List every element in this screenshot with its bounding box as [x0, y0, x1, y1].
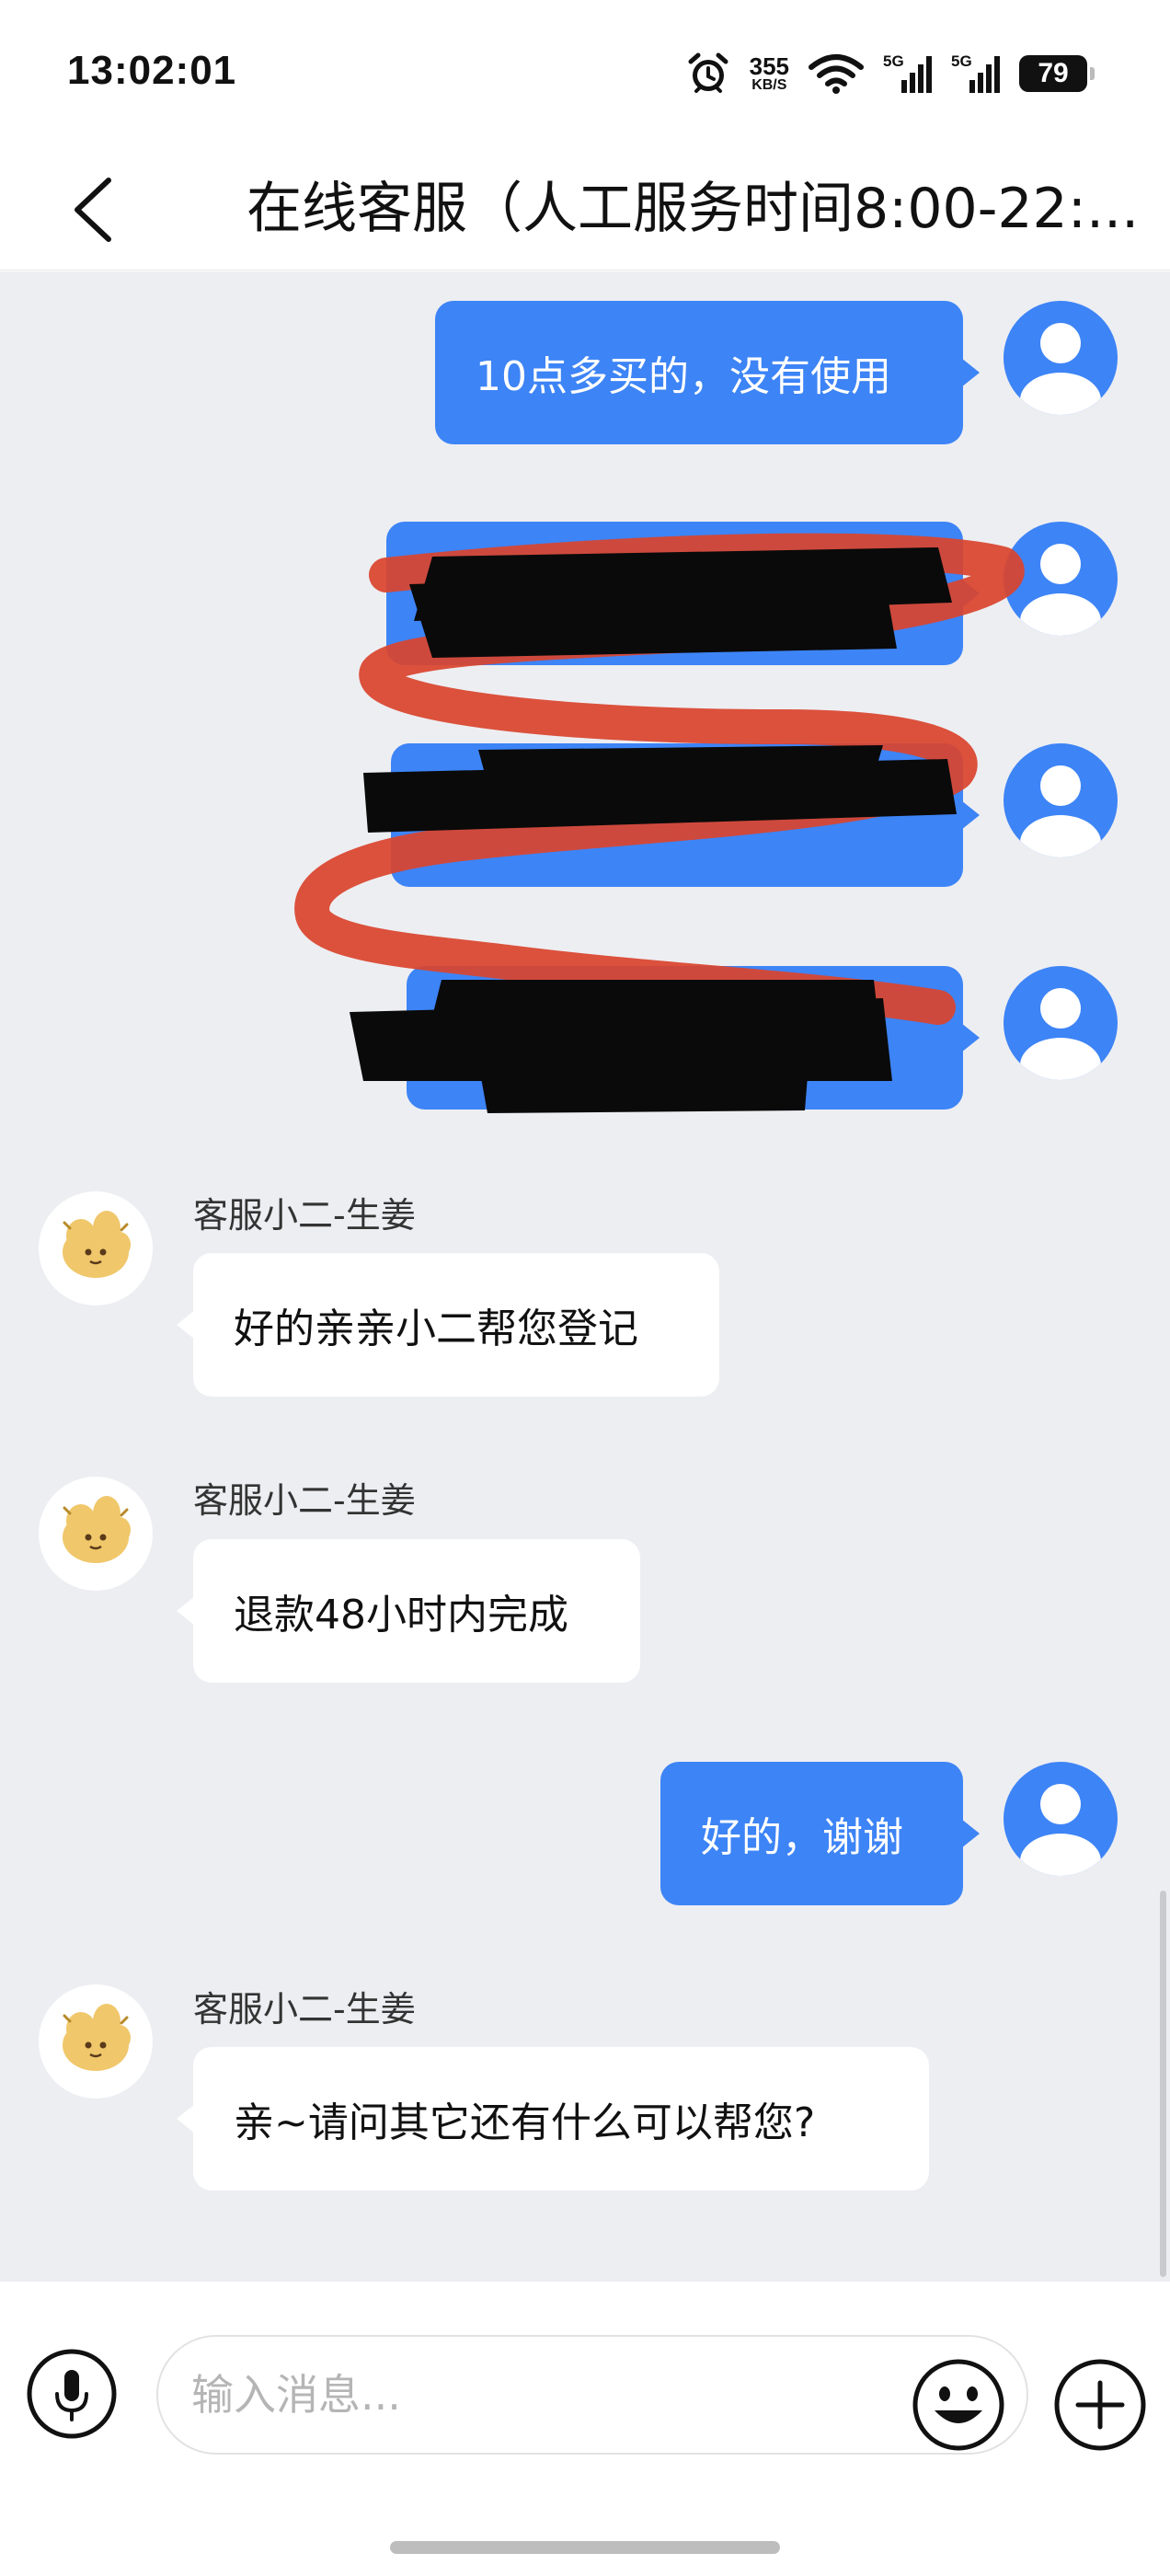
message-text: 退款48小时内完成: [234, 1592, 568, 1639]
message-input[interactable]: [191, 2337, 909, 2453]
chevron-left-icon[interactable]: [64, 173, 129, 247]
microphone-icon[interactable]: [26, 2348, 118, 2440]
message-bubble-outgoing-redacted[interactable]: [386, 522, 980, 665]
plus-icon[interactable]: [1052, 2357, 1148, 2453]
user-avatar-icon: [1020, 323, 1101, 415]
avatar[interactable]: [1004, 1762, 1118, 1876]
avatar[interactable]: [39, 1984, 153, 2099]
network-speed: 355 KB/S: [749, 52, 789, 93]
avatar[interactable]: [1004, 966, 1118, 1080]
user-avatar-icon: [1020, 544, 1101, 636]
user-avatar-icon: [1020, 1784, 1101, 1876]
signal-icon: 5G: [883, 52, 933, 95]
scrollbar[interactable]: [1160, 1891, 1166, 2277]
ginger-mascot-icon: [63, 1496, 131, 1563]
user-avatar-icon: [1020, 988, 1101, 1080]
sender-name: 客服小二-生姜: [193, 1195, 416, 1236]
message-bubble-outgoing[interactable]: 好的，谢谢: [660, 1762, 980, 1905]
avatar[interactable]: [1004, 522, 1118, 636]
message-bubble-outgoing[interactable]: 10点多买的，没有使用: [435, 301, 980, 444]
battery-icon: 79: [1019, 55, 1095, 92]
home-indicator[interactable]: [390, 2541, 780, 2554]
chat-header: 在线客服（人工服务时间8:00-22:...: [0, 147, 1170, 270]
message-text: 亲~请问其它还有什么可以帮您?: [234, 2099, 816, 2146]
message-bubble-incoming[interactable]: 亲~请问其它还有什么可以帮您?: [177, 2047, 929, 2191]
avatar[interactable]: [39, 1477, 153, 1591]
signal-icon: 5G: [951, 52, 1001, 95]
sender-name: 客服小二-生姜: [193, 1989, 416, 2030]
status-bar: 13:02:01 355 KB/S 5G 5G 79: [0, 0, 1170, 147]
page-title: 在线客服（人工服务时间8:00-22:...: [247, 177, 1140, 241]
wifi-icon: [809, 54, 864, 94]
emoji-icon[interactable]: [911, 2357, 1006, 2453]
status-icons: 355 KB/S 5G 5G 79: [685, 46, 1095, 101]
avatar[interactable]: [39, 1191, 153, 1305]
message-bubble-incoming[interactable]: 好的亲亲小二帮您登记: [177, 1253, 719, 1397]
message-text: 好的，谢谢: [701, 1814, 903, 1861]
message-text: 好的亲亲小二帮您登记: [234, 1305, 638, 1352]
alarm-icon: [688, 52, 728, 93]
sender-name: 客服小二-生姜: [193, 1480, 416, 1521]
chat-area[interactable]: 10点多买的，没有使用 客服小二-生姜 好的亲亲小二帮您登记 客服小二-生姜 退…: [0, 271, 1170, 2282]
ginger-mascot-icon: [63, 2004, 131, 2071]
message-input-field[interactable]: [156, 2335, 1028, 2455]
ginger-mascot-icon: [63, 1211, 131, 1278]
clock-time: 13:02:01: [67, 48, 237, 93]
avatar[interactable]: [1004, 743, 1118, 857]
user-avatar-icon: [1020, 765, 1101, 857]
message-bubble-outgoing-redacted[interactable]: [391, 743, 980, 887]
message-text: 10点多买的，没有使用: [476, 353, 891, 400]
message-bubble-incoming[interactable]: 退款48小时内完成: [177, 1539, 640, 1683]
message-input-bar: [0, 2282, 1170, 2576]
message-bubble-outgoing-redacted[interactable]: [407, 966, 980, 1110]
avatar[interactable]: [1004, 301, 1118, 415]
